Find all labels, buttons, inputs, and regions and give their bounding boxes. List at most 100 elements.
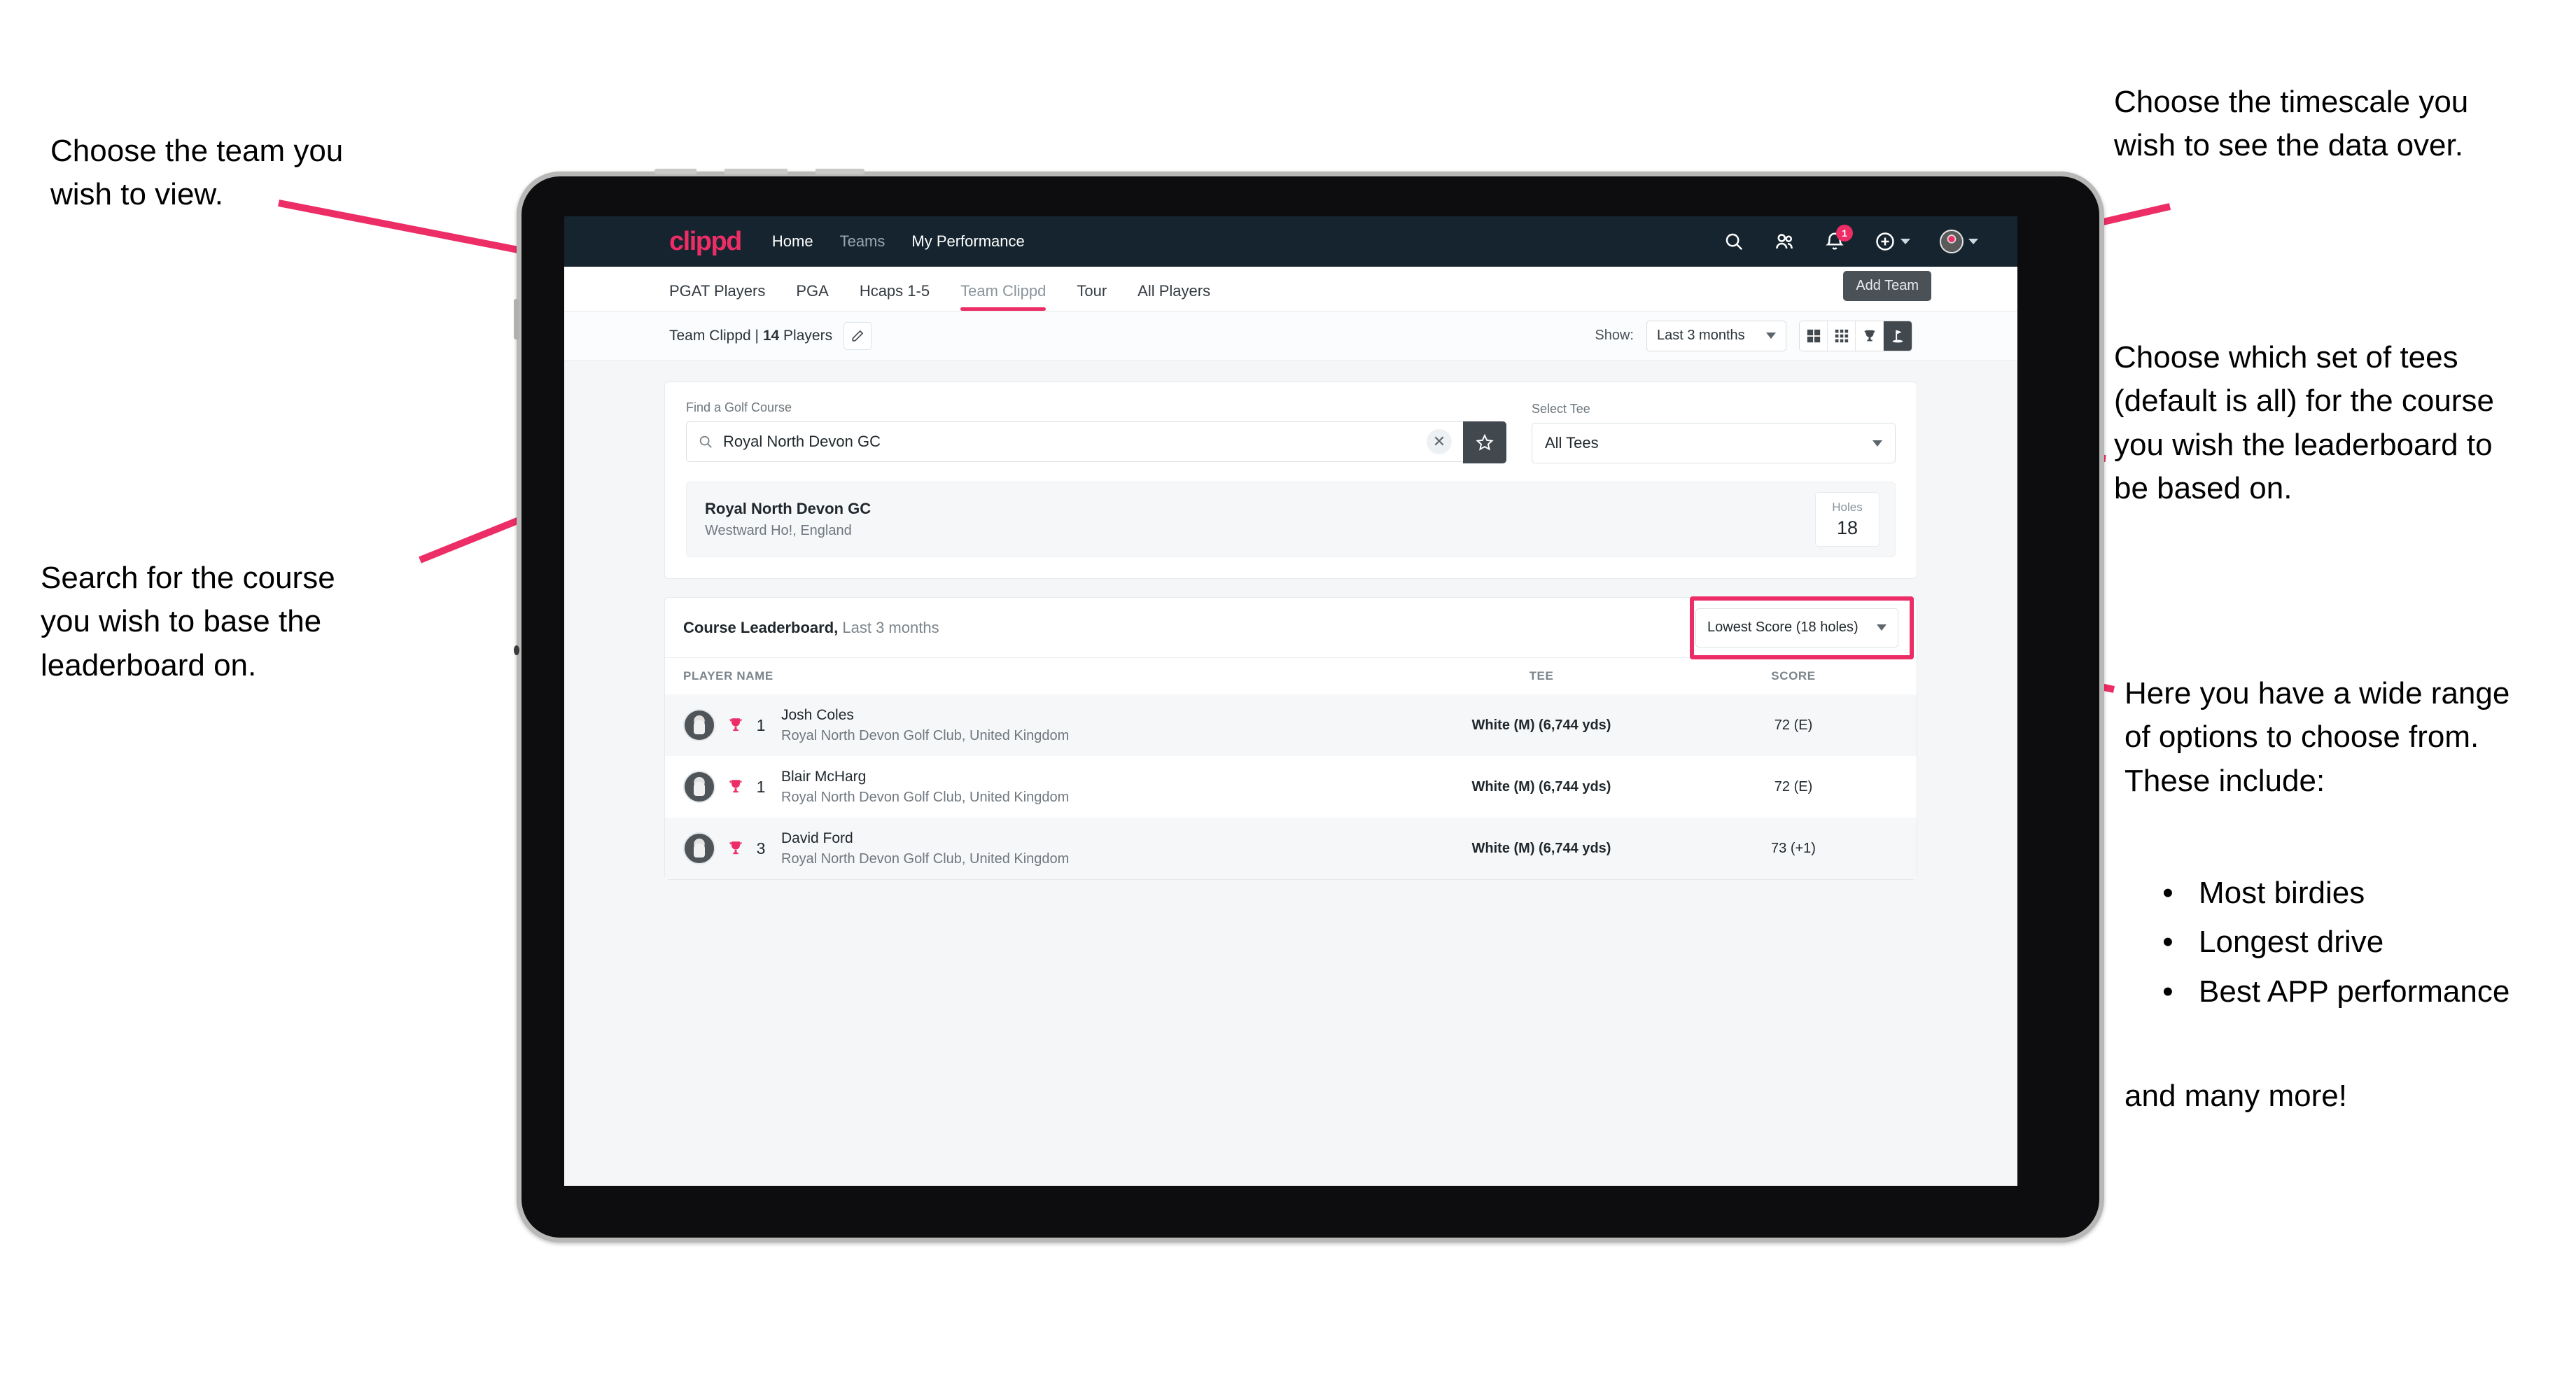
team-summary-suffix: Players [779,327,833,344]
tee-select-group: Select Tee All Tees [1532,402,1896,463]
timescale-select[interactable]: Last 3 months [1646,320,1786,351]
chevron-down-icon [1968,239,1978,244]
player-name: Josh Coles [781,706,854,723]
view-toggle-golf-flag[interactable] [1884,321,1912,351]
team-summary-prefix: Team Clippd | [669,327,763,344]
show-label: Show: [1595,328,1634,343]
timescale-value: Last 3 months [1657,328,1745,343]
favourite-course-button[interactable] [1463,421,1506,463]
team-tabbar: PGAT Players PGA Hcaps 1-5 Team Clippd T… [564,267,2017,312]
player-meta: Josh Coles Royal North Devon Golf Club, … [781,707,1394,744]
tablet-screen: clippd Home Teams My Performance 1 PGAT … [564,216,2017,1186]
view-toggle-grid-3x3[interactable] [1828,321,1856,351]
course-result-row[interactable]: Royal North Devon GC Westward Ho!, Engla… [686,482,1896,557]
holes-value: 18 [1836,517,1858,538]
search-icon[interactable] [1723,231,1744,252]
course-search-value: Royal North Devon GC [723,433,881,450]
course-result-text: Royal North Devon GC Westward Ho!, Engla… [705,500,871,539]
search-icon [699,435,712,448]
leaderboard-title: Course Leaderboard, Last 3 months [683,619,939,637]
table-row[interactable]: 1 Josh Coles Royal North Devon Golf Club… [665,694,1917,756]
camera-dot [514,645,519,655]
player-name: David Ford [781,830,853,846]
notification-badge: 1 [1836,225,1853,241]
avatar [1940,230,1963,253]
nav-link-teams[interactable]: Teams [840,232,886,251]
view-toggle-trophy[interactable] [1856,321,1884,351]
leaderboard-sort-value: Lowest Score (18 holes) [1707,620,1858,635]
player-rank: 3 [756,839,766,858]
tee-select[interactable]: All Tees [1532,423,1896,463]
trophy-icon [1864,330,1875,341]
top-navbar: clippd Home Teams My Performance 1 [564,216,2017,267]
holes-badge: Holes 18 [1815,492,1879,547]
team-player-count: 14 [762,327,780,344]
top-nav-links: Home Teams My Performance [772,232,1025,251]
trophy-icon [729,718,742,732]
pencil-icon [852,330,864,341]
player-club: Royal North Devon Golf Club, United King… [781,789,1070,805]
avatar [683,709,715,741]
player-tee: White (M) (6,744 yds) [1471,717,1611,733]
team-summary: Team Clippd | 14 Players [669,328,832,344]
course-leaderboard-card: Course Leaderboard, Last 3 months Lowest… [664,596,1917,880]
grid-2x2-icon [1807,329,1820,342]
nav-link-home[interactable]: Home [772,232,813,251]
top-nav-actions: 1 [1723,225,1978,253]
player-meta: Blair McHarg Royal North Devon Golf Club… [781,769,1394,806]
holes-label: Holes [1832,500,1863,514]
leaderboard-column-headers: PLAYER NAME TEE SCORE [665,658,1917,694]
brand-logo[interactable]: clippd [669,227,742,257]
tab-hcaps-1-5[interactable]: Hcaps 1-5 [860,282,930,311]
course-search-card: Find a Golf Course Royal North Devon GC … [664,382,1917,579]
view-toggle-grid-2x2[interactable] [1800,321,1828,351]
star-icon [1476,433,1494,451]
chevron-down-icon [1877,624,1886,631]
table-row[interactable]: 3 David Ford Royal North Devon Golf Club… [665,818,1917,879]
tab-pgat-players[interactable]: PGAT Players [669,282,765,311]
player-rank: 1 [756,715,766,734]
tab-team-clippd[interactable]: Team Clippd [960,282,1046,311]
chevron-down-icon [1872,440,1882,447]
leaderboard-sort-wrap: Lowest Score (18 holes) [1695,608,1898,648]
people-icon[interactable] [1774,231,1795,252]
player-score: 72 (E) [1774,717,1813,733]
player-club: Royal North Devon Golf Club, United King… [781,727,1070,743]
column-header-player-name: PLAYER NAME [683,669,774,682]
team-toolbar: Team Clippd | 14 Players Show: Last 3 mo… [564,312,2017,360]
add-button[interactable] [1875,231,1910,252]
avatar [683,771,715,803]
select-tee-label: Select Tee [1532,402,1590,416]
course-search-input[interactable]: Royal North Devon GC ✕ [686,421,1463,462]
bell-icon[interactable]: 1 [1824,225,1853,252]
course-result-location: Westward Ho!, England [705,523,852,538]
table-row[interactable]: 1 Blair McHarg Royal North Devon Golf Cl… [665,756,1917,818]
tab-pga[interactable]: PGA [796,282,828,311]
player-name: Blair McHarg [781,768,867,785]
add-team-tooltip: Add Team [1843,271,1931,301]
leaderboard-title-main: Course Leaderboard, [683,618,839,636]
chevron-down-icon [1900,239,1910,244]
page-content: Find a Golf Course Royal North Devon GC … [564,360,2017,880]
leaderboard-sort-select[interactable]: Lowest Score (18 holes) [1695,608,1898,648]
player-meta: David Ford Royal North Devon Golf Club, … [781,830,1394,867]
profile-menu[interactable] [1940,230,1978,253]
chevron-down-icon [1766,332,1776,339]
find-course-label: Find a Golf Course [686,400,792,414]
player-score: 73 (+1) [1771,840,1816,856]
toolbar-right: Show: Last 3 months [1595,320,1912,351]
search-row: Find a Golf Course Royal North Devon GC … [686,400,1896,463]
course-result-name: Royal North Devon GC [705,500,872,517]
tab-tour[interactable]: Tour [1077,282,1107,311]
avatar [683,832,715,864]
player-rank: 1 [756,777,766,796]
grid-3x3-icon [1835,329,1848,342]
tablet-device: clippd Home Teams My Performance 1 PGAT … [514,169,2104,1242]
nav-link-my-performance[interactable]: My Performance [911,232,1024,251]
clear-search-button[interactable]: ✕ [1427,429,1452,454]
leaderboard-title-sub: Last 3 months [838,618,939,636]
column-header-score: SCORE [1771,669,1816,682]
edit-team-button[interactable] [844,321,872,350]
tee-select-value: All Tees [1545,434,1599,451]
tab-all-players[interactable]: All Players [1138,282,1210,311]
